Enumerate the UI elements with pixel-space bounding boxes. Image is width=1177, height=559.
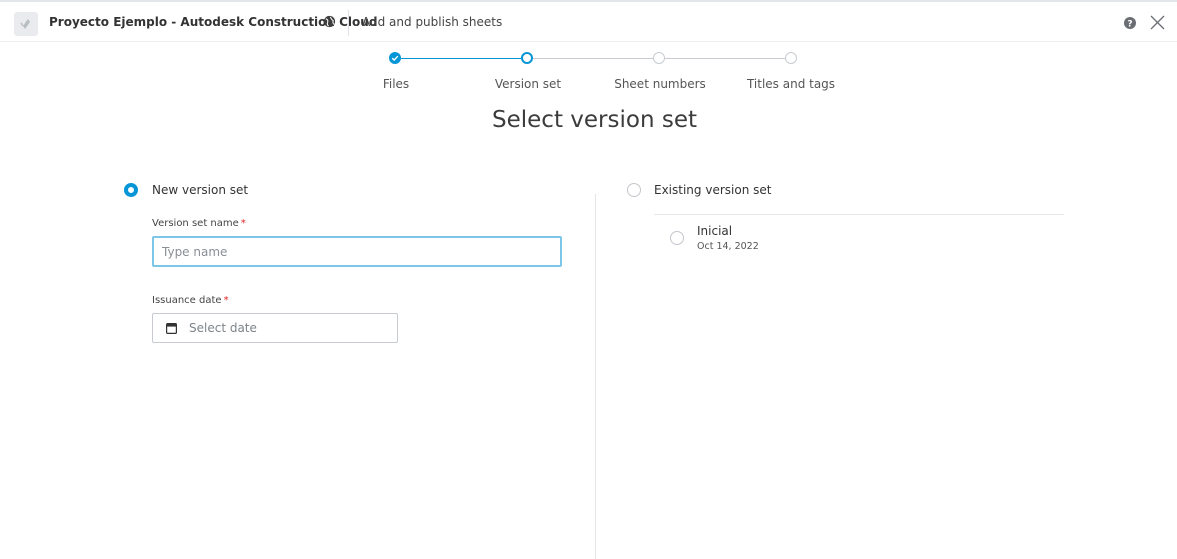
required-asterisk: * bbox=[223, 295, 229, 306]
version-set-item-date: Oct 14, 2022 bbox=[697, 241, 759, 252]
new-version-set-label[interactable]: New version set bbox=[152, 183, 248, 197]
step-titles-tags-marker bbox=[785, 52, 797, 64]
version-set-item-name[interactable]: Inicial bbox=[697, 224, 732, 238]
svg-text:?: ? bbox=[1127, 20, 1132, 30]
version-set-name-label: Version set name * bbox=[152, 218, 246, 229]
step-files-label: Files bbox=[382, 77, 410, 91]
calendar-icon bbox=[166, 323, 177, 334]
required-asterisk: * bbox=[240, 218, 246, 229]
header-divider bbox=[348, 10, 349, 36]
step-version-set-marker bbox=[521, 52, 533, 64]
step-files-marker bbox=[389, 52, 401, 64]
dialog-title: Add and publish sheets bbox=[362, 15, 503, 29]
step-titles-tags-label: Titles and tags bbox=[746, 77, 836, 91]
progress-stepper: Files Version set Sheet numbers Titles a… bbox=[0, 50, 1177, 100]
version-set-name-input[interactable] bbox=[152, 236, 562, 267]
title-bar: Proyecto Ejemplo - Autodesk Construction… bbox=[0, 0, 1177, 42]
step-connector-1 bbox=[401, 58, 521, 59]
close-icon[interactable] bbox=[1149, 14, 1166, 31]
date-placeholder: Select date bbox=[189, 321, 257, 335]
existing-version-set-radio[interactable] bbox=[627, 183, 641, 197]
globe-icon bbox=[323, 15, 336, 28]
column-divider bbox=[595, 194, 596, 559]
version-set-item-radio[interactable] bbox=[670, 231, 684, 245]
page-title: Select version set bbox=[492, 107, 697, 133]
step-connector-2 bbox=[533, 58, 653, 59]
checkmark-icon bbox=[391, 55, 399, 61]
issuance-date-label: Issuance date * bbox=[152, 295, 229, 306]
existing-version-set-label[interactable]: Existing version set bbox=[654, 183, 771, 197]
step-sheet-numbers-marker bbox=[653, 52, 665, 64]
new-version-set-radio[interactable] bbox=[124, 183, 138, 197]
help-icon[interactable]: ? bbox=[1123, 16, 1137, 30]
step-version-set-label: Version set bbox=[494, 77, 562, 91]
issuance-date-picker[interactable]: Select date bbox=[152, 313, 398, 343]
step-connector-3 bbox=[665, 58, 785, 59]
autodesk-logo-icon bbox=[14, 12, 38, 36]
step-sheet-numbers-label: Sheet numbers bbox=[614, 77, 706, 91]
list-divider bbox=[654, 214, 1064, 215]
